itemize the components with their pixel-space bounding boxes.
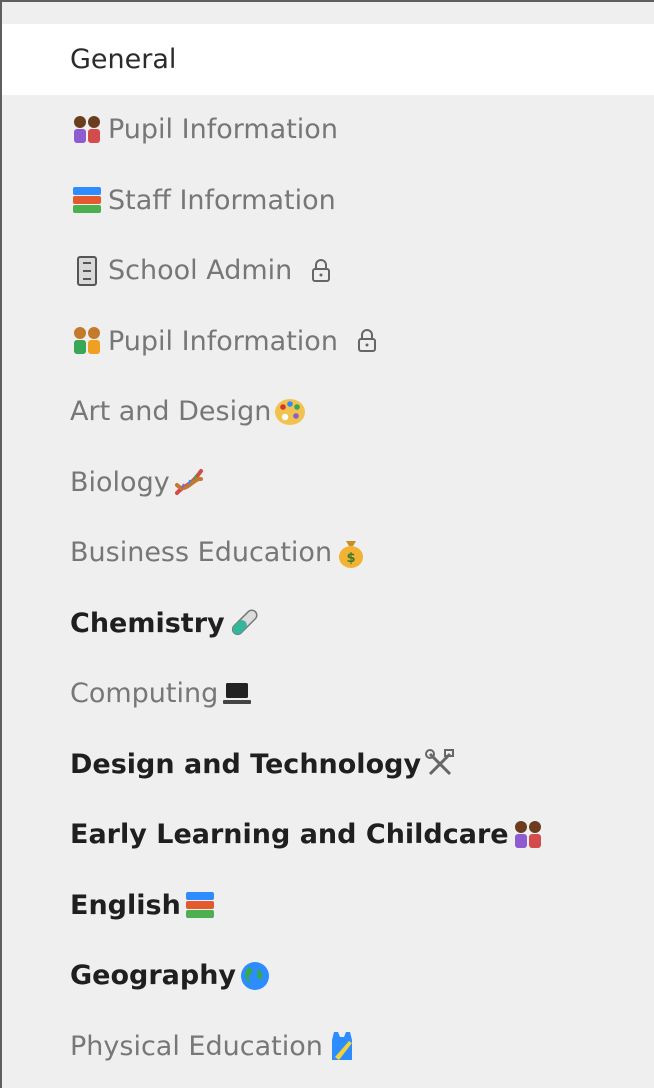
channel-item-art-and-design[interactable]: Art and Design	[2, 377, 654, 448]
girls-icon	[70, 113, 104, 147]
channel-sidebar: General Pupil Information Staff Informat…	[0, 0, 654, 1088]
channel-label: Physical Education	[70, 1030, 323, 1062]
channel-label: Chemistry	[70, 607, 225, 639]
channel-label: Staff Information	[108, 184, 336, 216]
channel-label: Pupil Information	[108, 325, 338, 357]
channel-label: Geography	[70, 960, 237, 992]
vest-icon	[325, 1029, 359, 1063]
globe-icon	[238, 959, 272, 993]
channel-label: Biology	[70, 466, 170, 498]
test-tube-icon	[227, 606, 261, 640]
channel-item-design-and-technology[interactable]: Design and Technology	[2, 729, 654, 800]
svg-text:$: $	[347, 551, 356, 566]
channel-label: Computing	[70, 678, 219, 710]
channel-item-staff-information[interactable]: Staff Information	[2, 165, 654, 236]
palette-icon	[273, 395, 307, 429]
channel-item-business-education[interactable]: Business Education $	[2, 518, 654, 589]
channel-label: Business Education	[70, 537, 333, 569]
channel-item-chemistry[interactable]: Chemistry	[2, 588, 654, 659]
channel-list: General Pupil Information Staff Informat…	[2, 24, 654, 1082]
channel-label: School Admin	[108, 255, 293, 287]
channel-label: Pupil Information	[108, 114, 338, 146]
dna-icon	[172, 465, 206, 499]
channel-item-early-learning-and-childcare[interactable]: Early Learning and Childcare	[2, 800, 654, 871]
tools-icon	[423, 747, 457, 781]
channel-label: English	[70, 889, 181, 921]
money-bag-icon: $	[334, 536, 368, 570]
books-icon	[183, 888, 217, 922]
channel-label: General	[70, 43, 177, 75]
sidebar-top-gap	[2, 2, 654, 24]
channel-item-biology[interactable]: Biology	[2, 447, 654, 518]
channel-label: Art and Design	[70, 396, 272, 428]
books-icon	[70, 183, 104, 217]
children-icon	[70, 324, 104, 358]
channel-item-general[interactable]: General	[2, 24, 654, 95]
channel-item-pupil-information-private[interactable]: Pupil Information	[2, 306, 654, 377]
channel-label: Early Learning and Childcare	[70, 819, 509, 851]
channel-item-geography[interactable]: Geography	[2, 941, 654, 1012]
channel-item-school-admin[interactable]: School Admin	[2, 236, 654, 307]
channel-label: Design and Technology	[70, 748, 422, 780]
channel-item-english[interactable]: English	[2, 870, 654, 941]
channel-item-physical-education[interactable]: Physical Education	[2, 1011, 654, 1082]
laptop-icon	[220, 677, 254, 711]
lock-icon	[310, 258, 332, 284]
channel-item-computing[interactable]: Computing	[2, 659, 654, 730]
filing-cabinet-icon	[70, 254, 104, 288]
lock-icon	[356, 328, 378, 354]
girls-icon	[511, 818, 545, 852]
channel-item-pupil-information[interactable]: Pupil Information	[2, 95, 654, 166]
